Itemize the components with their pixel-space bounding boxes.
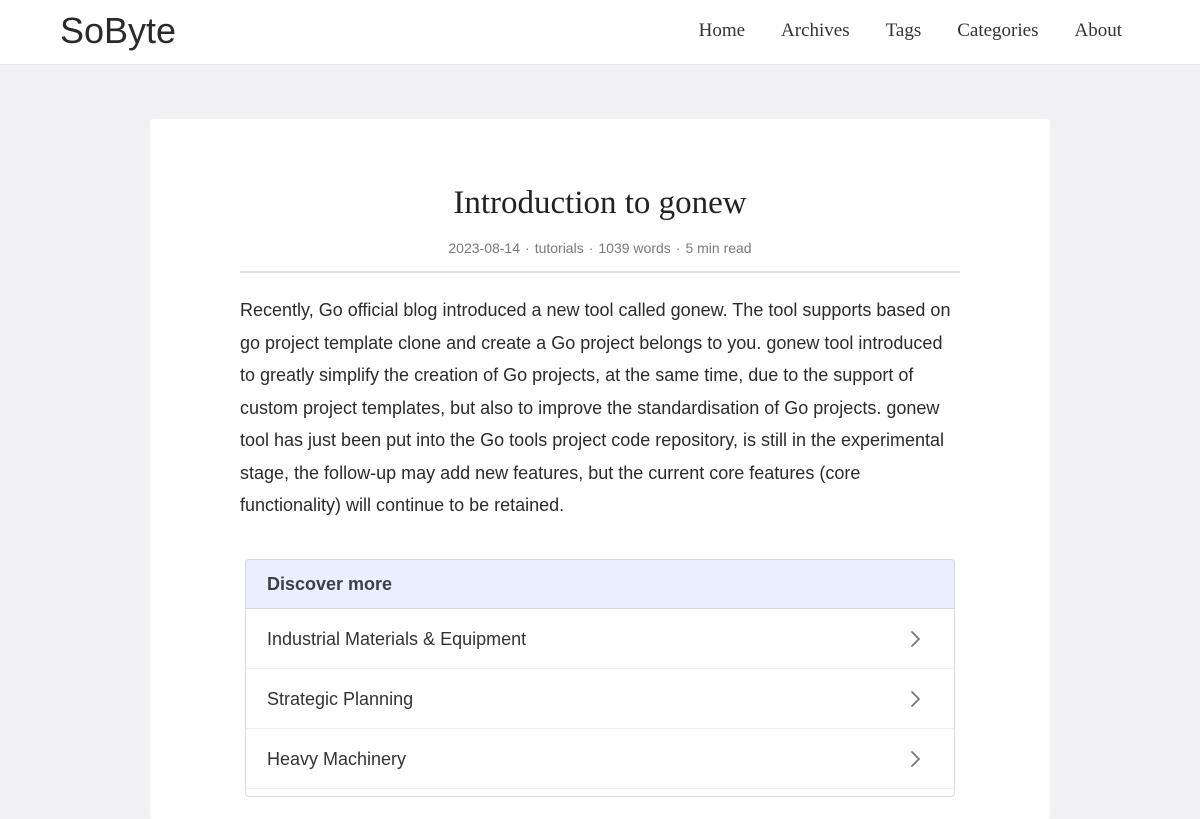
chevron-right-icon — [911, 631, 920, 647]
post-date: 2023-08-14 — [448, 240, 521, 256]
meta-separator: · — [525, 240, 530, 256]
main-nav: Home Archives Tags Categories About — [663, 20, 1122, 42]
title-divider — [240, 271, 960, 273]
post-category[interactable]: tutorials — [535, 240, 584, 256]
site-header: SoByte Home Archives Tags Categories Abo… — [0, 0, 1200, 65]
discover-more-panel: Discover more Industrial Materials & Equ… — [245, 559, 955, 797]
nav-archives[interactable]: Archives — [781, 20, 850, 42]
discover-item[interactable]: Strategic Planning — [246, 669, 954, 729]
post-word-count: 1039 words — [598, 240, 671, 256]
nav-categories[interactable]: Categories — [957, 20, 1038, 42]
post-read-time: 5 min read — [685, 240, 752, 256]
post-paragraph: Recently, Go official blog introduced a … — [240, 300, 951, 515]
discover-item[interactable]: Industrial Materials & Equipment — [246, 609, 954, 669]
discover-more-title: Discover more — [246, 560, 954, 609]
nav-home[interactable]: Home — [699, 20, 745, 42]
post-title: Introduction to gonew — [453, 185, 747, 221]
nav-about[interactable]: About — [1075, 20, 1123, 42]
post-meta: 2023-08-14 · tutorials · 1039 words · 5 min re… — [150, 240, 1050, 256]
discover-item-label: Heavy Machinery — [267, 749, 407, 769]
chevron-right-icon — [911, 751, 920, 767]
nav-tags[interactable]: Tags — [886, 20, 922, 42]
meta-separator: · — [675, 240, 681, 256]
discover-item-label: Strategic Planning — [267, 689, 414, 709]
meta-separator: · — [588, 240, 594, 256]
discover-item-label: Industrial Materials & Equipment — [267, 629, 527, 649]
article-card: Introduction to gonew 2023-08-14 · tutoria… — [150, 119, 1050, 819]
discover-item[interactable]: Heavy Machinery — [246, 729, 954, 789]
site-logo[interactable]: SoByte — [60, 10, 176, 52]
chevron-right-icon — [911, 691, 920, 707]
